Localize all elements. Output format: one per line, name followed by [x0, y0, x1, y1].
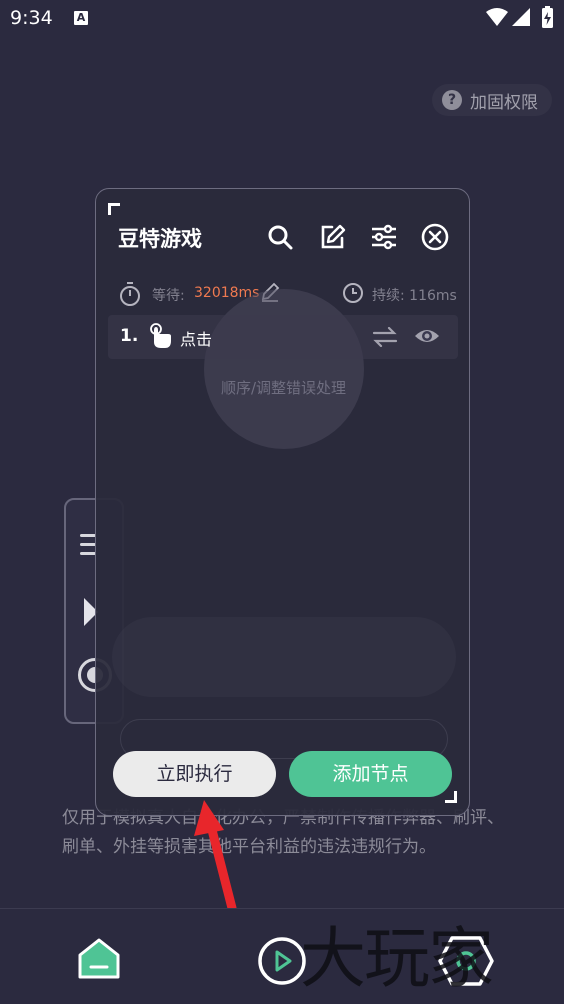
edit-icon: [321, 224, 346, 249]
resize-corner-top-left-icon[interactable]: [108, 203, 120, 215]
duration-label: 持续: 116ms: [372, 288, 457, 304]
node-label: 点击: [180, 330, 213, 349]
hint-circle: [204, 289, 364, 449]
settings-button[interactable]: [370, 223, 398, 251]
sliders-icon: [372, 224, 396, 250]
swap-icon[interactable]: [372, 327, 398, 347]
close-icon: [421, 223, 449, 251]
search-button[interactable]: [266, 223, 294, 251]
status-time: 9:34: [10, 7, 53, 29]
panel-title: 豆特游戏: [118, 227, 202, 251]
list-icon[interactable]: [80, 534, 96, 561]
notification-a-icon: A: [74, 11, 88, 25]
watermark: 大玩家: [300, 920, 494, 997]
reinforce-permission-label: 加固权限: [470, 92, 538, 113]
edit-button[interactable]: [318, 223, 346, 251]
red-arrow-annotation-icon: [194, 800, 237, 913]
status-bar: 9:34 A: [0, 0, 564, 38]
script-panel[interactable]: 豆特游戏 等待: 32018ms 持续: 116ms 顺序/调整错误处理 1. …: [95, 188, 470, 816]
hint-text: 顺序/调整错误处理: [220, 379, 347, 397]
stopwatch-icon: [120, 282, 140, 306]
status-icons: [484, 6, 556, 30]
home-icon[interactable]: [76, 937, 122, 981]
wait-label: 等待:: [152, 288, 185, 304]
background-panel-button: [112, 617, 456, 697]
execute-now-button[interactable]: 立即执行: [113, 751, 276, 797]
close-button[interactable]: [421, 223, 449, 251]
eye-icon[interactable]: [414, 325, 440, 347]
wifi-signal-battery-icon: [486, 6, 553, 28]
search-icon: [268, 225, 293, 250]
resize-corner-bottom-right-icon[interactable]: [445, 791, 457, 803]
node-row[interactable]: 1. 点击: [108, 315, 458, 359]
tap-hand-icon: [150, 323, 171, 348]
add-node-button[interactable]: 添加节点: [289, 751, 452, 797]
reinforce-permission-button[interactable]: ? 加固权限: [432, 84, 552, 116]
clock-icon: [343, 283, 363, 303]
help-icon: ?: [442, 90, 462, 110]
node-index: 1.: [120, 326, 139, 346]
